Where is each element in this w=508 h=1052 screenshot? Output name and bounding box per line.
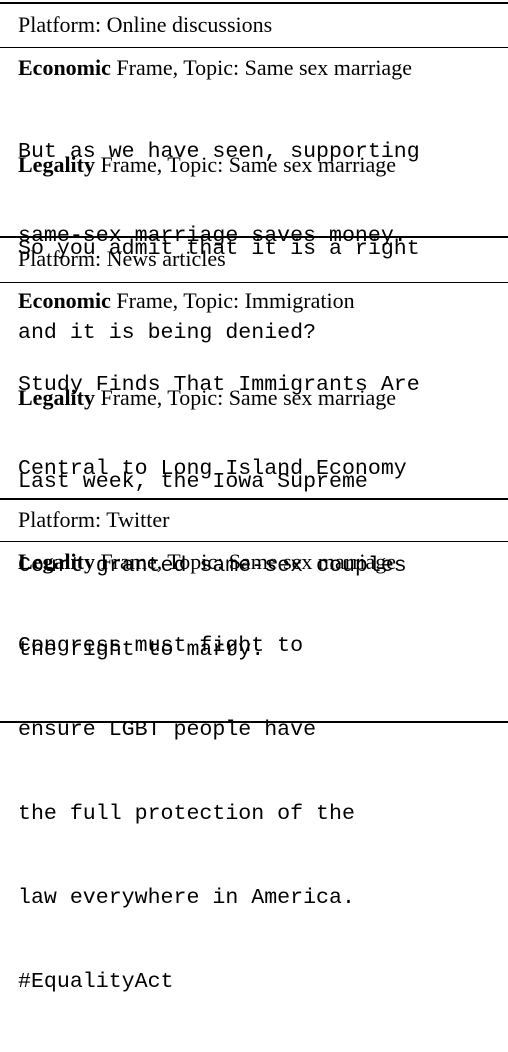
- frame-label: Legality Frame, Topic: Same sex marriage: [18, 385, 396, 411]
- frame-name: Legality: [18, 152, 95, 177]
- frame-label: Legality Frame, Topic: Same sex marriage: [18, 549, 396, 575]
- frame-label: Legality Frame, Topic: Same sex marriage: [18, 152, 396, 178]
- frame-name: Legality: [18, 385, 95, 410]
- top-rule: [0, 2, 508, 4]
- frame-topic: Frame, Topic: Same sex marriage: [110, 55, 412, 80]
- header-rule: [0, 47, 508, 48]
- frame-name: Economic: [18, 55, 111, 80]
- platform-header: Platform: Twitter: [18, 507, 170, 532]
- platform-header: Platform: News articles: [18, 246, 226, 271]
- quote-line: ensure LGBT people have: [18, 718, 317, 742]
- frame-name: Economic: [18, 288, 111, 313]
- frame-topic: Frame, Topic: Immigration: [110, 288, 355, 313]
- frame-topic: Frame, Topic: Same sex marriage: [95, 385, 397, 410]
- frame-topic: Frame, Topic: Same sex marriage: [95, 152, 397, 177]
- frame-name: Legality: [18, 549, 95, 574]
- example-quote: Congress must fight to ensure LGBT peopl…: [18, 576, 355, 1052]
- frame-label: Economic Frame, Topic: Immigration: [18, 288, 355, 314]
- frame-topic: Frame, Topic: Same sex marriage: [95, 549, 397, 574]
- quote-line: the full protection of the: [18, 802, 355, 826]
- quote-line: #EqualityAct: [18, 970, 174, 994]
- quote-line: Last week, the Iowa Supreme: [18, 470, 368, 494]
- quote-line: law everywhere in America.: [18, 886, 355, 910]
- frame-label: Economic Frame, Topic: Same sex marriage: [18, 55, 412, 81]
- platform-header: Platform: Online discussions: [18, 12, 273, 37]
- quote-line: Congress must fight to: [18, 634, 304, 658]
